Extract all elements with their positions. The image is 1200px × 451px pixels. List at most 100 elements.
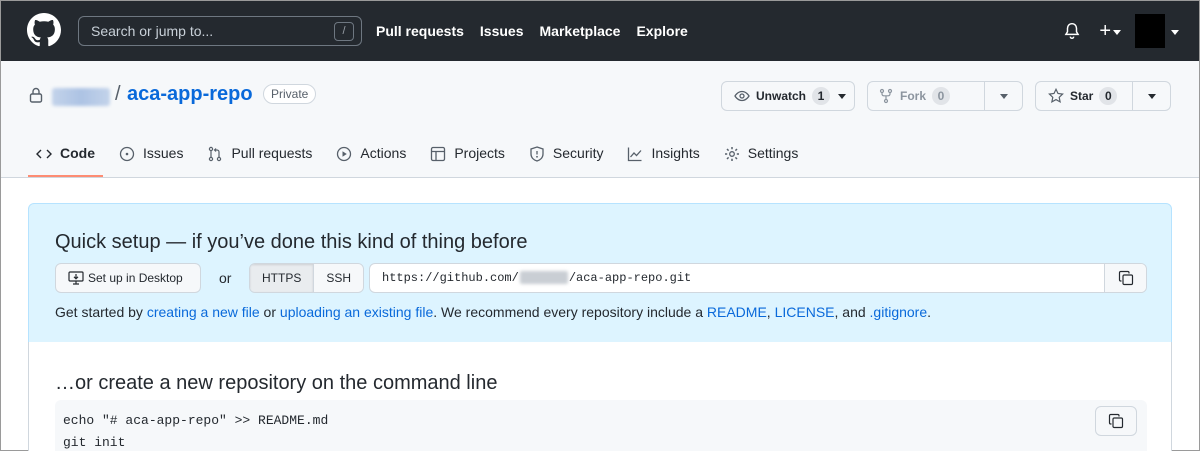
global-header: Search or jump to... / Pull requests Iss… bbox=[1, 1, 1199, 61]
setup-desktop-label: Set up in Desktop bbox=[88, 271, 183, 285]
owner-name-redacted[interactable] bbox=[52, 88, 110, 106]
repo-actions: Unwatch 1 Fork 0 Star 0 bbox=[720, 81, 1171, 111]
help-text-part: , bbox=[766, 304, 775, 320]
repo-header: / aca-app-repo Private Unwatch 1 Fork 0 … bbox=[1, 61, 1199, 178]
chevron-down-icon bbox=[1147, 93, 1156, 99]
nav-marketplace[interactable]: Marketplace bbox=[540, 23, 621, 39]
unwatch-button[interactable]: Unwatch 1 bbox=[720, 81, 855, 111]
tab-issues[interactable]: Issues bbox=[111, 139, 191, 177]
star-label: Star bbox=[1070, 89, 1094, 103]
command-line-section: …or create a new repository on the comma… bbox=[28, 342, 1172, 451]
command-line-title: …or create a new repository on the comma… bbox=[55, 372, 498, 394]
header-right-tools: + bbox=[1063, 13, 1179, 49]
tab-label: Actions bbox=[360, 145, 407, 161]
tab-label: Insights bbox=[651, 145, 700, 161]
fork-dropdown-button[interactable] bbox=[985, 81, 1023, 111]
create-caret-icon[interactable] bbox=[1113, 29, 1121, 35]
tab-label: Security bbox=[552, 145, 604, 161]
fork-button-group: Fork 0 bbox=[867, 81, 1023, 111]
table-icon bbox=[431, 146, 446, 162]
tab-code[interactable]: Code bbox=[28, 139, 103, 177]
code-line: git init bbox=[63, 435, 126, 450]
help-text-part: or bbox=[259, 304, 280, 320]
tab-label: Pull requests bbox=[231, 145, 313, 161]
clone-url-input[interactable]: https://github.com/ /aca-app-repo.git bbox=[369, 263, 1147, 293]
quick-setup-title: Quick setup — if you’ve done this kind o… bbox=[55, 231, 528, 253]
global-nav: Pull requests Issues Marketplace Explore bbox=[376, 23, 704, 39]
clone-url-row: Set up in Desktop or HTTPS SSH https://g… bbox=[55, 263, 1147, 293]
tab-projects[interactable]: Projects bbox=[422, 139, 513, 177]
license-link[interactable]: LICENSE bbox=[775, 304, 835, 320]
git-pull-request-icon bbox=[209, 146, 222, 162]
star-button[interactable]: Star 0 bbox=[1035, 81, 1133, 111]
tab-settings[interactable]: Settings bbox=[716, 139, 807, 177]
copy-icon bbox=[1118, 270, 1133, 286]
lock-icon bbox=[29, 87, 43, 103]
help-text-part: . bbox=[927, 304, 932, 320]
help-text-part: . We recommend every repository include … bbox=[433, 304, 707, 320]
repo-tabs: Code Issues Pull requests Actions Projec… bbox=[28, 139, 814, 177]
tab-security[interactable]: Security bbox=[521, 139, 612, 177]
copy-url-button[interactable] bbox=[1104, 264, 1146, 292]
github-logo-icon[interactable] bbox=[27, 13, 61, 47]
nav-explore[interactable]: Explore bbox=[636, 23, 687, 39]
plus-icon[interactable]: + bbox=[1099, 21, 1111, 41]
tab-label: Code bbox=[60, 145, 95, 161]
play-icon bbox=[337, 146, 352, 162]
fork-button[interactable]: Fork 0 bbox=[867, 81, 985, 111]
watchers-count: 1 bbox=[812, 87, 830, 105]
forks-count: 0 bbox=[932, 87, 951, 105]
command-code-block[interactable]: echo "# aca-app-repo" >> README.md git i… bbox=[55, 400, 1147, 451]
search-placeholder: Search or jump to... bbox=[91, 23, 214, 39]
tab-label: Issues bbox=[143, 145, 184, 161]
chevron-down-icon bbox=[838, 93, 846, 99]
copy-icon bbox=[1108, 413, 1124, 429]
ssh-button[interactable]: SSH bbox=[313, 264, 364, 292]
avatar-caret-icon[interactable] bbox=[1171, 29, 1179, 35]
tab-insights[interactable]: Insights bbox=[619, 139, 707, 177]
gear-icon bbox=[724, 147, 739, 161]
fork-label: Fork bbox=[900, 89, 927, 103]
nav-issues[interactable]: Issues bbox=[480, 23, 524, 39]
bell-icon[interactable] bbox=[1063, 22, 1081, 40]
star-dropdown-button[interactable] bbox=[1133, 81, 1171, 111]
help-text-part: Get started by bbox=[55, 304, 147, 320]
code-line: echo "# aca-app-repo" >> README.md bbox=[63, 413, 329, 428]
or-text: or bbox=[219, 270, 232, 286]
repo-name-link[interactable]: aca-app-repo bbox=[127, 83, 253, 106]
create-new-file-link[interactable]: creating a new file bbox=[147, 304, 260, 320]
tab-label: Settings bbox=[747, 145, 799, 161]
graph-icon bbox=[628, 147, 642, 162]
protocol-toggle: HTTPS SSH bbox=[249, 263, 365, 293]
quick-setup-panel: Quick setup — if you’ve done this kind o… bbox=[28, 203, 1172, 343]
url-owner-redacted bbox=[519, 271, 568, 285]
eye-icon bbox=[734, 90, 750, 102]
https-button[interactable]: HTTPS bbox=[250, 264, 314, 292]
chevron-down-icon bbox=[999, 93, 1008, 99]
desktop-download-icon bbox=[68, 271, 84, 285]
help-text-part: , and bbox=[834, 304, 870, 320]
url-prefix: https://github.com/ bbox=[382, 271, 519, 285]
upload-existing-file-link[interactable]: uploading an existing file bbox=[280, 304, 433, 320]
star-button-group: Star 0 bbox=[1035, 81, 1171, 111]
readme-link[interactable]: README bbox=[707, 304, 767, 320]
avatar[interactable] bbox=[1135, 14, 1165, 48]
tab-pull-requests[interactable]: Pull requests bbox=[199, 139, 320, 177]
watch-button-group: Unwatch 1 bbox=[720, 81, 855, 111]
repo-forked-icon bbox=[879, 88, 893, 104]
search-input[interactable]: Search or jump to... / bbox=[78, 16, 362, 46]
url-suffix: /aca-app-repo.git bbox=[568, 271, 692, 285]
unwatch-label: Unwatch bbox=[755, 89, 806, 103]
nav-pull-requests[interactable]: Pull requests bbox=[376, 23, 464, 39]
shield-icon bbox=[530, 146, 544, 162]
setup-desktop-button[interactable]: Set up in Desktop bbox=[55, 263, 201, 293]
copy-commands-button[interactable] bbox=[1095, 406, 1137, 436]
visibility-badge: Private bbox=[263, 84, 317, 104]
search-shortcut-key: / bbox=[334, 22, 354, 41]
tab-label: Projects bbox=[454, 145, 505, 161]
stars-count: 0 bbox=[1099, 87, 1118, 105]
tab-actions[interactable]: Actions bbox=[328, 139, 414, 177]
issue-opened-icon bbox=[119, 146, 135, 162]
quick-setup-help-text: Get started by creating a new file or up… bbox=[55, 304, 931, 320]
gitignore-link[interactable]: .gitignore bbox=[870, 304, 928, 320]
